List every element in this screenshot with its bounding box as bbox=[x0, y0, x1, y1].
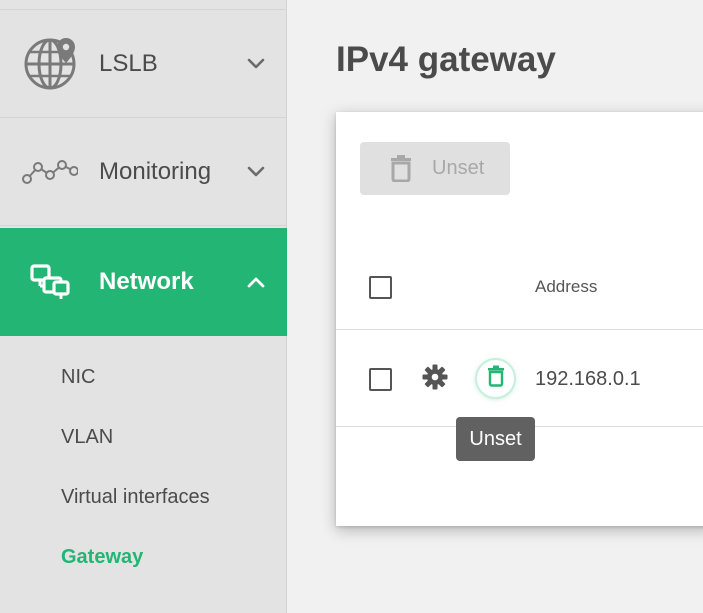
sidebar-subitem-nic[interactable]: NIC bbox=[61, 366, 95, 389]
header-divider bbox=[336, 329, 703, 330]
chevron-down-icon bbox=[246, 162, 266, 182]
sidebar: LSLB Monitoring Network NIC VLAN Virtual… bbox=[0, 0, 287, 613]
chevron-up-icon bbox=[246, 272, 266, 292]
sidebar-subitem-vlan[interactable]: VLAN bbox=[61, 426, 113, 449]
trash-icon bbox=[487, 365, 505, 392]
sidebar-top-divider bbox=[0, 0, 287, 10]
gateway-table-card: Unset Address 192.168.0.1 bbox=[336, 112, 703, 526]
sidebar-item-lslb[interactable]: LSLB bbox=[0, 10, 287, 118]
trash-icon bbox=[389, 154, 413, 188]
address-cell: 192.168.0.1 bbox=[535, 368, 641, 390]
select-all-checkbox[interactable] bbox=[369, 276, 392, 299]
sidebar-item-label: Monitoring bbox=[99, 157, 212, 185]
unset-button-label: Unset bbox=[432, 157, 485, 179]
sidebar-item-label: Network bbox=[99, 268, 194, 295]
sidebar-subitem-virtual-interfaces[interactable]: Virtual interfaces bbox=[61, 486, 210, 509]
sidebar-subitem-gateway[interactable]: Gateway bbox=[61, 546, 143, 569]
gear-icon bbox=[422, 364, 448, 395]
sidebar-item-network[interactable]: Network bbox=[0, 228, 287, 336]
globe-pin-icon bbox=[22, 36, 78, 92]
row-checkbox[interactable] bbox=[369, 368, 392, 391]
unset-button[interactable]: Unset bbox=[360, 142, 510, 195]
network-icon bbox=[22, 254, 78, 310]
row-unset-button[interactable] bbox=[477, 360, 514, 397]
column-header-address: Address bbox=[535, 277, 598, 296]
unset-tooltip: Unset bbox=[456, 417, 535, 461]
line-graph-icon bbox=[22, 144, 78, 200]
settings-button[interactable] bbox=[421, 364, 449, 395]
page-title: IPv4 gateway bbox=[336, 40, 556, 79]
sidebar-item-monitoring[interactable]: Monitoring bbox=[0, 118, 287, 226]
sidebar-item-label: LSLB bbox=[99, 49, 158, 77]
chevron-down-icon bbox=[246, 54, 266, 74]
